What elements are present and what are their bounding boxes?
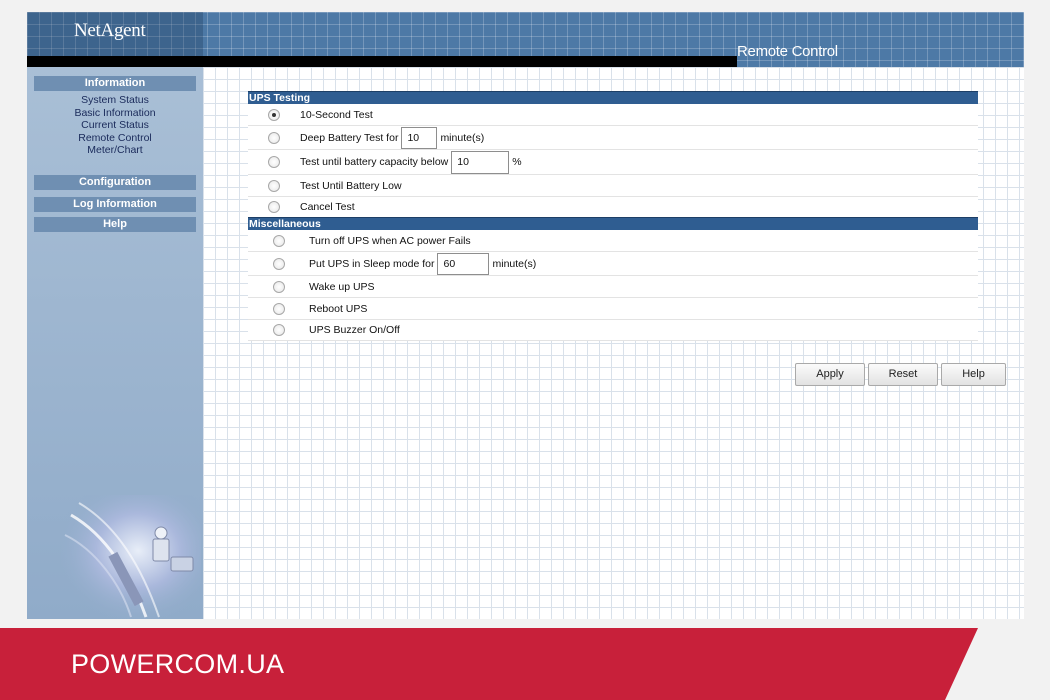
label-ups-buzzer: UPS Buzzer On/Off bbox=[309, 324, 400, 336]
sidebar-header-log-information[interactable]: Log Information bbox=[34, 197, 196, 212]
radio-turn-off-ups[interactable] bbox=[273, 234, 285, 247]
sidebar-information-links: System Status Basic Information Current … bbox=[27, 94, 203, 157]
option-10-second-test: 10-Second Test bbox=[248, 104, 978, 126]
label-deep-battery-unit: minute(s) bbox=[440, 131, 485, 144]
radio-wake-up-ups[interactable] bbox=[273, 280, 285, 293]
radio-battery-capacity-test[interactable] bbox=[268, 156, 280, 168]
label-until-battery-low: Test Until Battery Low bbox=[300, 179, 402, 192]
header-banner: NetAgent Remote Control bbox=[27, 12, 1024, 67]
radio-cancel-test[interactable] bbox=[268, 201, 280, 213]
option-reboot-ups: Reboot UPS bbox=[248, 298, 978, 320]
label-10-second-test: 10-Second Test bbox=[300, 108, 373, 121]
option-sleep-mode: Put UPS in Sleep mode for minute(s) bbox=[248, 252, 978, 276]
main-content: UPS Testing 10-Second Test Deep Battery … bbox=[203, 67, 1024, 619]
label-wake-up-ups: Wake up UPS bbox=[309, 280, 375, 293]
deep-battery-minutes-input[interactable] bbox=[401, 126, 438, 149]
option-ups-buzzer: UPS Buzzer On/Off bbox=[248, 320, 978, 341]
help-button[interactable]: Help bbox=[941, 363, 1006, 386]
label-cancel-test: Cancel Test bbox=[300, 201, 355, 213]
sleep-label-group: Put UPS in Sleep mode for minute(s) bbox=[309, 252, 537, 275]
sidebar-link-remote-control[interactable]: Remote Control bbox=[27, 132, 203, 145]
sidebar-header-help[interactable]: Help bbox=[34, 217, 196, 232]
page-title: Remote Control bbox=[737, 43, 838, 60]
section-miscellaneous-header: Miscellaneous bbox=[248, 217, 978, 230]
option-battery-capacity-test: Test until battery capacity below % bbox=[248, 150, 978, 175]
label-reboot-ups: Reboot UPS bbox=[309, 302, 368, 315]
sidebar-link-basic-information[interactable]: Basic Information bbox=[27, 107, 203, 120]
label-turn-off-ups: Turn off UPS when AC power Fails bbox=[309, 234, 471, 247]
radio-deep-battery-test[interactable] bbox=[268, 131, 280, 144]
capacity-label-group: Test until battery capacity below % bbox=[300, 150, 522, 174]
sidebar: Information System Status Basic Informat… bbox=[27, 67, 203, 619]
radio-ups-buzzer[interactable] bbox=[273, 324, 285, 336]
label-battery-capacity: Test until battery capacity below bbox=[300, 156, 449, 168]
battery-capacity-input[interactable] bbox=[451, 150, 510, 174]
label-battery-capacity-unit: % bbox=[512, 156, 522, 168]
header-divider bbox=[27, 56, 737, 67]
sidebar-header-configuration[interactable]: Configuration bbox=[34, 175, 196, 190]
option-wake-up-ups: Wake up UPS bbox=[248, 276, 978, 298]
deep-battery-label-group: Deep Battery Test for minute(s) bbox=[300, 126, 485, 149]
option-turn-off-ups: Turn off UPS when AC power Fails bbox=[248, 230, 978, 252]
apply-button[interactable]: Apply bbox=[795, 363, 865, 386]
radio-sleep-mode[interactable] bbox=[273, 257, 285, 270]
option-deep-battery-test: Deep Battery Test for minute(s) bbox=[248, 126, 978, 150]
remote-control-form: UPS Testing 10-Second Test Deep Battery … bbox=[248, 91, 978, 341]
reset-button[interactable]: Reset bbox=[868, 363, 938, 386]
option-until-battery-low: Test Until Battery Low bbox=[248, 175, 978, 197]
sidebar-header-information[interactable]: Information bbox=[34, 76, 196, 91]
label-deep-battery-test: Deep Battery Test for bbox=[300, 131, 399, 144]
radio-until-battery-low[interactable] bbox=[268, 179, 280, 192]
radio-reboot-ups[interactable] bbox=[273, 302, 285, 315]
label-sleep-mode: Put UPS in Sleep mode for bbox=[309, 257, 435, 270]
radio-10-second-test[interactable] bbox=[268, 108, 280, 121]
decorative-ups-image bbox=[61, 495, 201, 619]
footer-brand-text: POWERCOM.UA bbox=[71, 649, 285, 679]
sleep-minutes-input[interactable] bbox=[437, 252, 490, 275]
netagent-logo: NetAgent bbox=[74, 20, 146, 41]
option-cancel-test: Cancel Test bbox=[248, 197, 978, 217]
browser-page: NetAgent Remote Control Information Syst… bbox=[27, 12, 1024, 619]
section-ups-testing-header: UPS Testing bbox=[248, 91, 978, 104]
sidebar-link-meter-chart[interactable]: Meter/Chart bbox=[27, 144, 203, 157]
label-sleep-unit: minute(s) bbox=[492, 257, 537, 270]
sidebar-link-system-status[interactable]: System Status bbox=[27, 94, 203, 107]
sidebar-link-current-status[interactable]: Current Status bbox=[27, 119, 203, 132]
